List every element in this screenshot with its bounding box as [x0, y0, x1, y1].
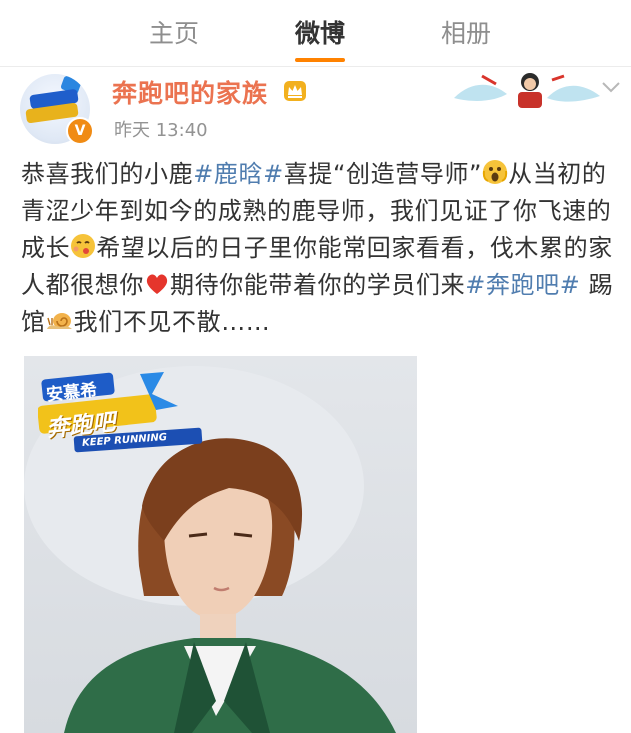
- hashtag-running-man[interactable]: #奔跑吧#: [465, 271, 580, 299]
- post-body: 恭喜我们的小鹿#鹿晗#喜提“创造营导师” 从当初的青涩少年到如今的成熟的鹿导师，…: [21, 156, 621, 341]
- post-timestamp: 昨天 13:40: [114, 120, 208, 141]
- hashtag-luhan[interactable]: #鹿晗#: [193, 160, 284, 188]
- tab-home[interactable]: 主页: [124, 14, 224, 50]
- post-text-segment: 期待你能带着你的学员们来: [170, 271, 466, 299]
- author-name[interactable]: 奔跑吧的家族: [112, 74, 268, 110]
- verified-badge: V: [66, 117, 94, 145]
- post-text-segment: 恭喜我们的小鹿: [21, 160, 194, 188]
- post-text-segment: 我们不见不散……: [73, 308, 271, 336]
- tab-album[interactable]: 相册: [416, 14, 516, 50]
- red-heart-icon: [146, 274, 168, 294]
- post-text-segment: 喜提“创造营导师”: [283, 160, 483, 188]
- tab-weibo[interactable]: 微博: [270, 14, 370, 50]
- active-tab-indicator: [295, 58, 345, 62]
- crown-icon: [284, 81, 306, 101]
- kiss-face-icon: [71, 234, 96, 258]
- snail-icon: [46, 313, 72, 329]
- post-image[interactable]: 安慕希 奔跑吧 KEEP RUNNING: [24, 356, 417, 733]
- chevron-down-icon[interactable]: [600, 78, 622, 96]
- profile-tab-bar: 主页 微博 相册: [0, 0, 631, 67]
- header-decoration-icon: [454, 73, 600, 108]
- shocked-face-icon: [482, 160, 508, 184]
- show-logo-line1: 安慕希: [45, 380, 99, 406]
